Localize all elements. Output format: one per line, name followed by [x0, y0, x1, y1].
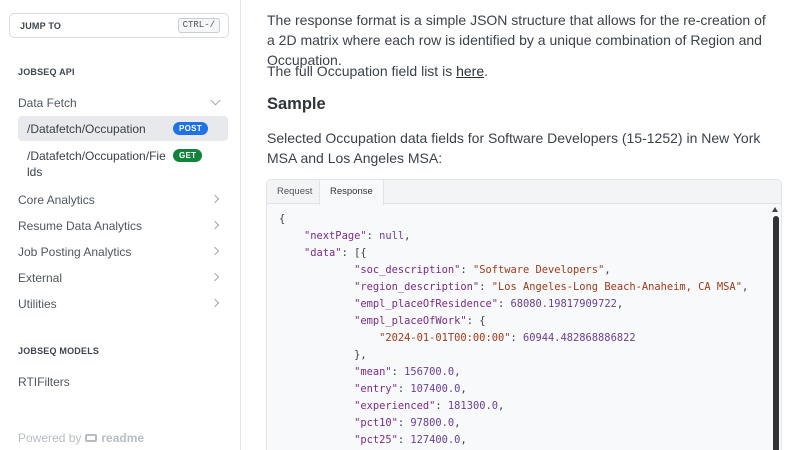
sidebar-item-label-line2: lds: [27, 165, 43, 179]
field-list-text: The full Occupation field list is: [267, 63, 457, 79]
sidebar: JUMP TO CTRL-/ JOBSEQ API Data Fetch /Da…: [0, 0, 241, 450]
sidebar-item-label: External: [18, 271, 63, 285]
method-badge-get: GET: [173, 149, 203, 162]
field-list-period: .: [484, 63, 489, 79]
chevron-right-icon: [210, 298, 220, 308]
jump-to-search[interactable]: JUMP TO CTRL-/: [9, 13, 229, 38]
code-line: "empl_placeOfWork": {: [354, 315, 486, 327]
code-line: "2024-01-01T00:00:00": 60944.48286888682…: [379, 332, 636, 344]
code-line: "experienced": 181300.0,: [354, 400, 505, 412]
sidebar-item-label: Job Posting Analytics: [18, 245, 132, 259]
chevron-right-icon: [210, 220, 220, 230]
field-list-paragraph: The full Occupation field list is here.: [267, 61, 777, 81]
sidebar-item-job-posting-analytics[interactable]: Job Posting Analytics: [18, 245, 228, 259]
chevron-down-icon: [210, 95, 221, 106]
jump-to-label: JUMP TO: [20, 21, 62, 31]
sidebar-item-utilities[interactable]: Utilities: [18, 297, 228, 311]
sidebar-item-core-analytics[interactable]: Core Analytics: [18, 193, 228, 207]
sample-heading: Sample: [267, 95, 326, 113]
sidebar-item-datafetch-occupation-fields[interactable]: /Datafetch/Occupation/Fie lds GET: [18, 148, 228, 180]
chevron-right-icon: [210, 246, 220, 256]
sidebar-item-label: Utilities: [18, 297, 57, 311]
field-list-link[interactable]: here: [456, 63, 484, 79]
code-line: "mean": 156700.0,: [354, 366, 461, 378]
main-content: The response format is a simple JSON str…: [241, 0, 800, 450]
code-line: "nextPage": null,: [304, 230, 411, 242]
sample-description: Selected Occupation data fields for Soft…: [267, 130, 761, 166]
jump-shortcut-badge: CTRL-/: [177, 18, 220, 33]
sidebar-item-label: Resume Data Analytics: [18, 219, 143, 233]
sidebar-item-data-fetch[interactable]: Data Fetch: [18, 95, 228, 110]
code-line: },: [354, 349, 367, 361]
readme-logo-text: readme: [101, 431, 145, 445]
code-sample-panel: Request Response { "nextPage": null, "da…: [266, 179, 782, 450]
code-line: "pct10": 97800.0,: [354, 417, 461, 429]
chevron-right-icon: [210, 272, 220, 282]
sidebar-item-datafetch-occupation[interactable]: /Datafetch/Occupation POST: [18, 116, 228, 141]
scroll-up-arrow-icon[interactable]: [772, 207, 778, 212]
section-jobseq-api: JOBSEQ API: [18, 67, 75, 77]
response-code-block[interactable]: { "nextPage": null, "data": [{ "soc_desc…: [267, 205, 781, 450]
code-line: {: [279, 213, 286, 225]
powered-by-text: Powered by: [18, 431, 82, 445]
code-line: "empl_placeOfResidence": 68080.198179097…: [354, 298, 624, 310]
code-line: "entry": 107400.0,: [354, 383, 467, 395]
code-line: "pct25": 127400.0,: [354, 434, 467, 446]
tab-response[interactable]: Response: [319, 180, 384, 205]
sidebar-item-label: Data Fetch: [18, 96, 77, 110]
powered-by-readme[interactable]: Powered by readme: [18, 431, 144, 445]
readme-logo-icon: [85, 434, 98, 442]
sidebar-item-label: RTIFilters: [18, 375, 70, 389]
code-line: "region_description": "Los Angeles-Long …: [354, 281, 749, 293]
code-scrollbar-thumb[interactable]: [773, 216, 779, 450]
method-badge-post: POST: [173, 122, 208, 135]
tab-request[interactable]: Request: [267, 180, 322, 204]
sidebar-item-external[interactable]: External: [18, 271, 228, 285]
section-jobseq-models: JOBSEQ MODELS: [18, 346, 100, 356]
sidebar-item-label: Core Analytics: [18, 193, 95, 207]
sidebar-item-resume-data-analytics[interactable]: Resume Data Analytics: [18, 219, 228, 233]
sidebar-item-rtifilters[interactable]: RTIFilters: [18, 375, 228, 389]
code-line: "data": [{: [304, 247, 367, 259]
sidebar-item-label-line1: /Datafetch/Occupation/Fie: [27, 149, 166, 163]
sidebar-item-label: /Datafetch/Occupation: [27, 122, 146, 136]
code-tabs: Request Response: [267, 180, 781, 205]
code-line: "soc_description": "Software Developers"…: [354, 264, 611, 276]
chevron-right-icon: [210, 194, 220, 204]
